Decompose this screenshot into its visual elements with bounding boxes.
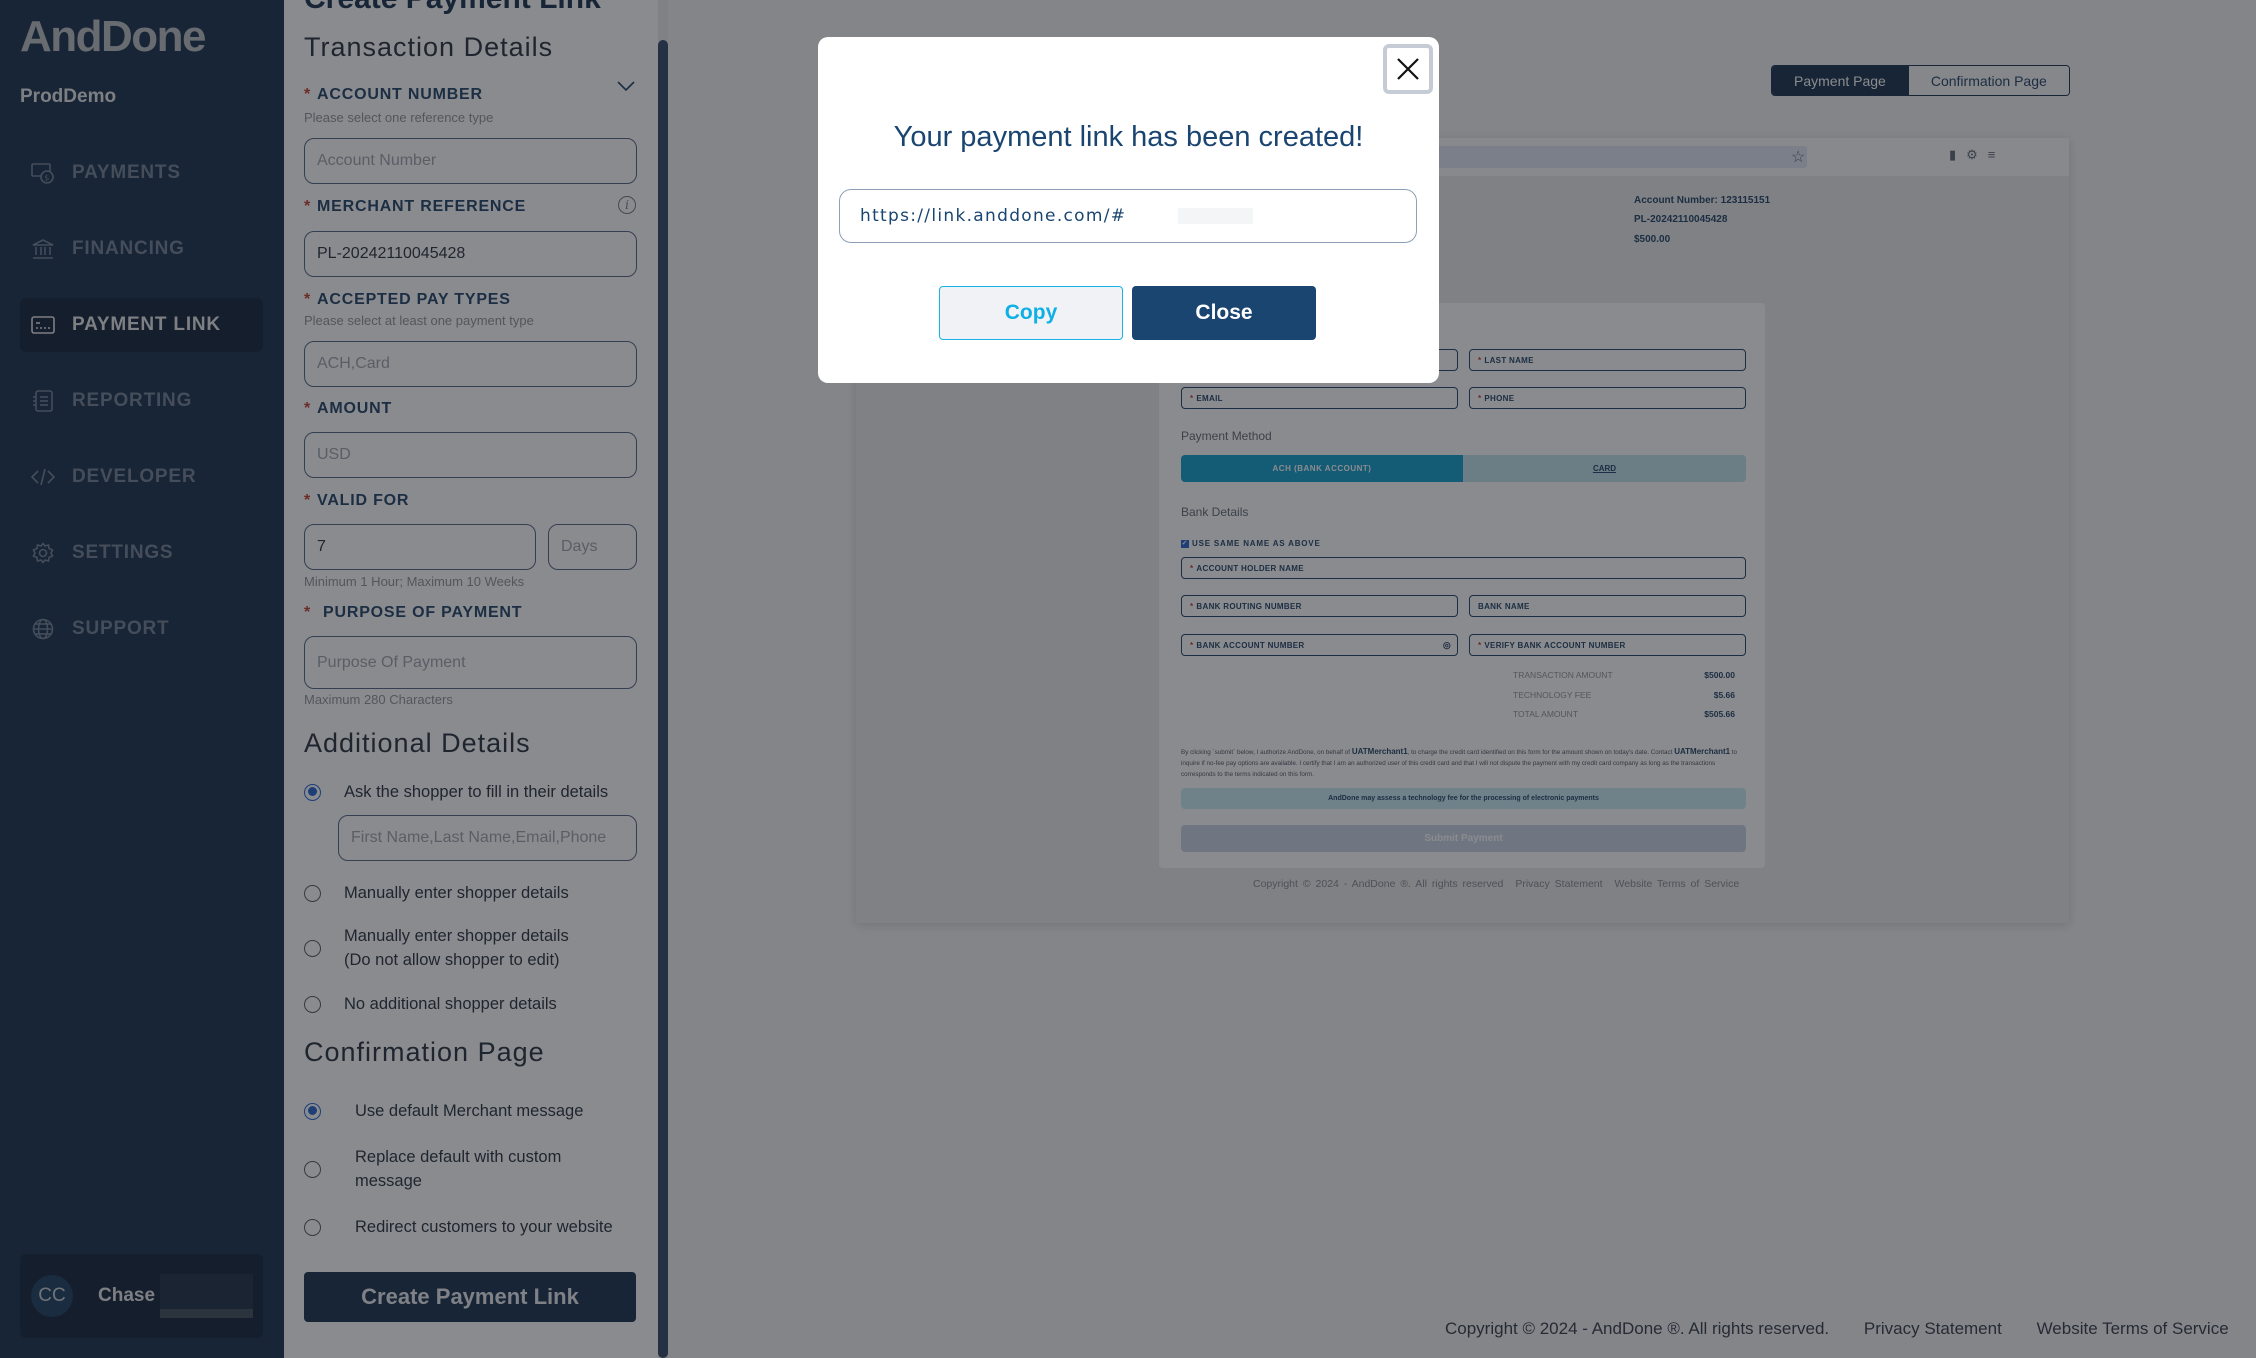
- modal-close-button[interactable]: [1383, 44, 1433, 94]
- close-icon: [1397, 58, 1419, 80]
- copy-button[interactable]: Copy: [939, 286, 1123, 340]
- close-button[interactable]: Close: [1132, 286, 1316, 340]
- redacted-link-id: [1128, 208, 1254, 224]
- payment-link-url: https://link.anddone.com/#: [860, 206, 1127, 226]
- payment-link-created-modal: Your payment link has been created! http…: [818, 37, 1439, 383]
- modal-title: Your payment link has been created!: [893, 121, 1364, 153]
- payment-link-field[interactable]: https://link.anddone.com/#: [839, 189, 1417, 243]
